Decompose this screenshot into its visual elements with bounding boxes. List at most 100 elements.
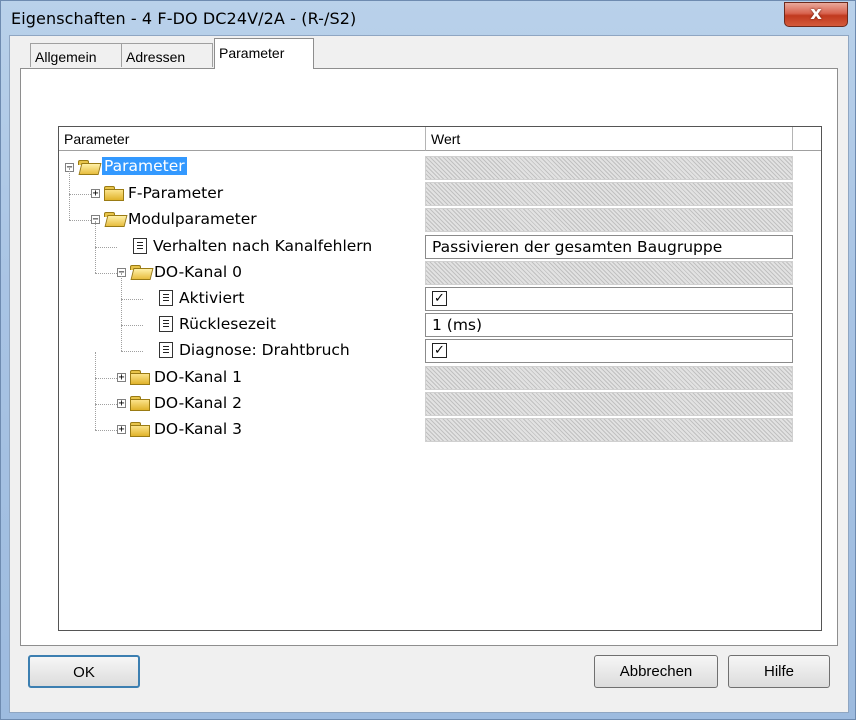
expand-icon[interactable]: + xyxy=(91,189,100,199)
parameter-value: Passivieren der gesamten Baugruppe xyxy=(432,237,723,256)
close-icon: x xyxy=(810,3,822,24)
tree-line xyxy=(95,430,117,431)
tree-line xyxy=(121,325,143,327)
parameter-label[interactable]: DO-Kanal 2 xyxy=(154,394,242,412)
folder-open-icon xyxy=(78,159,102,175)
parameter-label[interactable]: Verhalten nach Kanalfehlern xyxy=(153,237,372,255)
tree-row[interactable]: − DO-Kanal 0 xyxy=(59,246,793,286)
parameter-name-cell: + DO-Kanal 2 xyxy=(59,377,425,417)
parameter-name-cell: Rücklesezeit xyxy=(59,299,425,338)
parameter-value-cell[interactable]: Passivieren der gesamten Baugruppe xyxy=(425,234,793,259)
tree-line xyxy=(95,403,117,405)
column-header-wert[interactable]: Wert xyxy=(426,127,793,151)
checkbox[interactable]: ✓ xyxy=(432,343,447,359)
parameter-name-cell: − DO-Kanal 0 xyxy=(59,246,425,286)
expand-icon[interactable]: + xyxy=(117,398,126,408)
ok-button[interactable]: OK xyxy=(28,655,140,688)
parameter-value-cell xyxy=(425,208,793,233)
parameter-name-cell: + DO-Kanal 3 xyxy=(59,404,425,443)
folder-icon xyxy=(104,185,124,202)
parameter-name-cell: Verhalten nach Kanalfehlern xyxy=(59,220,425,260)
parameter-grid[interactable]: Parameter Wert − Parameter + F-Parameter − Mo… xyxy=(58,126,822,631)
tree-line xyxy=(69,194,91,196)
tree-line xyxy=(95,246,96,273)
tree-row[interactable]: + DO-Kanal 1 xyxy=(59,351,793,391)
title-bar[interactable]: Eigenschaften - 4 F-DO DC24V/2A - (R-/S2… xyxy=(1,1,855,34)
column-header-parameter[interactable]: Parameter xyxy=(59,127,426,151)
parameter-name-cell: + F-Parameter xyxy=(59,168,425,207)
window-title: Eigenschaften - 4 F-DO DC24V/2A - (R-/S2… xyxy=(11,9,357,28)
parameter-label[interactable]: Diagnose: Drahtbruch xyxy=(179,341,350,359)
tree-row[interactable]: − Modulparameter xyxy=(59,194,793,233)
close-button[interactable]: x xyxy=(784,2,848,27)
tree-line xyxy=(95,377,96,404)
parameter-value-cell[interactable]: ✓ xyxy=(425,339,793,364)
parameter-label[interactable]: DO-Kanal 1 xyxy=(154,368,242,386)
tree-line xyxy=(95,377,117,379)
expand-icon[interactable]: + xyxy=(117,425,126,435)
parameter-value-cell[interactable]: 1 (ms) xyxy=(425,313,793,338)
folder-open-icon xyxy=(104,211,128,228)
parameter-name-cell: Aktiviert xyxy=(59,273,425,312)
parameter-value-cell xyxy=(425,156,793,180)
checkbox[interactable]: ✓ xyxy=(432,291,447,306)
tree-line xyxy=(69,220,91,222)
parameter-value-cell[interactable]: ✓ xyxy=(425,287,793,311)
parameter-label[interactable]: Aktiviert xyxy=(179,289,244,307)
parameter-label[interactable]: Rücklesezeit xyxy=(179,315,276,333)
tree-line xyxy=(69,168,70,195)
tree-line xyxy=(121,299,143,300)
tab-label: Parameter xyxy=(219,45,285,61)
parameter-doc-icon xyxy=(159,290,173,306)
parameter-doc-icon xyxy=(133,237,147,254)
tree-row[interactable]: Verhalten nach Kanalfehlern Passivieren d… xyxy=(59,220,793,260)
parameter-name-cell: − Parameter xyxy=(59,155,425,181)
tree-row[interactable]: + DO-Kanal 2 xyxy=(59,377,793,417)
parameter-value-cell xyxy=(425,418,793,442)
parameter-doc-icon xyxy=(159,316,173,333)
parameter-value-cell xyxy=(425,260,793,285)
parameter-label[interactable]: F-Parameter xyxy=(128,184,223,202)
tab-label: Adressen xyxy=(126,49,186,65)
parameter-label[interactable]: Parameter xyxy=(102,157,187,175)
folder-icon xyxy=(130,369,150,385)
parameter-value-cell xyxy=(425,182,793,207)
parameter-doc-icon xyxy=(159,342,173,359)
tree-line xyxy=(121,351,143,353)
tree-line xyxy=(95,351,96,378)
tree-line xyxy=(95,220,96,247)
help-button[interactable]: Hilfe xyxy=(728,655,830,688)
tab-label: Allgemein xyxy=(35,49,97,65)
tree-row[interactable]: − Parameter xyxy=(59,155,793,181)
tree-row[interactable]: Aktiviert ✓ xyxy=(59,273,793,312)
parameter-value-cell xyxy=(425,365,793,390)
parameter-name-cell: + DO-Kanal 1 xyxy=(59,351,425,391)
tree-line xyxy=(95,246,117,248)
parameter-label[interactable]: DO-Kanal 3 xyxy=(154,420,242,438)
parameter-value: 1 (ms) xyxy=(432,316,483,335)
folder-icon xyxy=(130,421,150,437)
tree-line xyxy=(95,272,117,274)
tree-line xyxy=(121,299,122,326)
tree-row[interactable]: + DO-Kanal 3 xyxy=(59,404,793,443)
folder-open-icon xyxy=(130,264,154,280)
parameter-value-cell xyxy=(425,391,793,416)
cancel-button[interactable]: Abbrechen xyxy=(594,655,718,688)
tree-line xyxy=(121,325,122,352)
parameter-label[interactable]: DO-Kanal 0 xyxy=(154,263,242,281)
tree-row[interactable]: Diagnose: Drahtbruch ✓ xyxy=(59,325,793,364)
parameter-name-cell: − Modulparameter xyxy=(59,194,425,233)
tree-line xyxy=(121,273,122,299)
parameter-name-cell: Diagnose: Drahtbruch xyxy=(59,325,425,364)
tree-line xyxy=(69,194,70,221)
tab-allgemein[interactable]: Allgemein xyxy=(30,43,122,67)
tree-line xyxy=(95,404,96,430)
column-header-filler xyxy=(793,127,821,151)
tree-row[interactable]: Rücklesezeit 1 (ms) xyxy=(59,299,793,338)
tree-row[interactable]: + F-Parameter xyxy=(59,168,793,207)
folder-icon xyxy=(130,395,150,411)
parameter-label[interactable]: Modulparameter xyxy=(128,210,257,228)
expand-icon[interactable]: + xyxy=(117,372,126,382)
tab-adressen[interactable]: Adressen xyxy=(121,43,213,67)
tab-parameter[interactable]: Parameter xyxy=(214,38,314,69)
